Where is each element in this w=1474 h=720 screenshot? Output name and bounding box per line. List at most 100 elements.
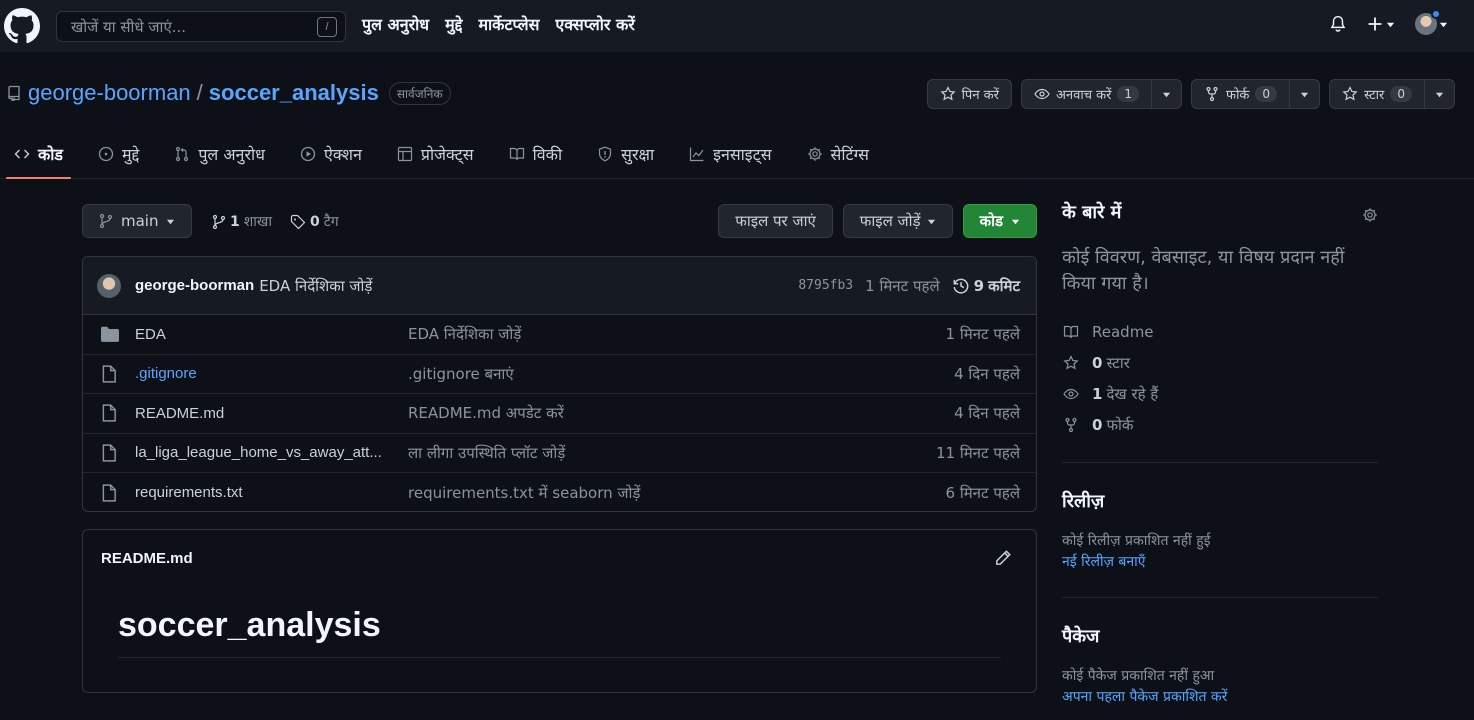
commit-author[interactable]: george-boorman [135,277,254,294]
forks-link[interactable]: 0 फोर्क [1062,409,1378,440]
file-commit-time: 4 दिन पहले [954,404,1020,423]
chevron-down-icon [1011,219,1020,224]
file-commit-message[interactable]: .gitignore बनाएं [408,364,514,384]
tab-label: इनसाइट्स [713,145,772,164]
unwatch-label: अनवाच करें [1055,88,1112,103]
search-input[interactable] [71,17,317,36]
nav-marketplace[interactable]: मार्केटप्लेस [478,13,539,35]
file-row[interactable]: EDA EDA निर्देशिका जोड़ें 1 मिनट पहले [83,315,1036,355]
file-name-link[interactable]: EDA [135,326,385,343]
commits-link[interactable]: 9 कमिट [952,276,1020,296]
github-logo-icon[interactable] [4,8,40,44]
chevron-down-icon [1386,22,1395,27]
repo-icon [6,85,22,101]
packages-empty-text: कोई पैकेज प्रकाशित नहीं हुआ [1062,668,1215,684]
file-commit-message[interactable]: README.md अपडेट करें [408,403,564,423]
star-dropdown[interactable] [1424,80,1454,108]
tab-issues[interactable]: मुद्दे [90,130,147,178]
chevron-down-icon [1439,22,1448,27]
fork-button[interactable]: फोर्क 0 [1191,79,1321,109]
pin-button[interactable]: पिन करें [926,79,1012,109]
create-release-link[interactable]: नई रिलीज़ बनाएँ [1062,552,1378,571]
readme-link[interactable]: Readme [1062,316,1378,347]
stars-label: स्टार [1106,353,1130,372]
watchers-link[interactable]: 1 देख रहे हैं [1062,378,1378,409]
bell-icon[interactable] [1329,14,1347,34]
file-name-link[interactable]: la_liga_league_home_vs_away_att... [135,444,385,461]
branch-meta: 1 शाखा 0 टैग [212,212,339,231]
visibility-badge: सार्वजनिक [388,81,451,105]
go-to-file-label: फाइल पर जाएं [735,212,816,230]
tab-actions[interactable]: ऐक्शन [292,130,370,178]
tab-settings[interactable]: सेटिंग्स [799,130,877,178]
file-name-link[interactable]: .gitignore [135,365,385,382]
branch-select-button[interactable]: main [82,204,193,238]
star-button[interactable]: स्टार 0 [1329,79,1455,109]
star-label: स्टार [1364,88,1385,103]
commit-sha[interactable]: 8795fb3 [798,278,853,293]
sidebar-divider [1062,597,1378,598]
code-button[interactable]: कोड [962,204,1037,238]
add-file-button[interactable]: फाइल जोड़ें [842,204,953,238]
branch-icon [212,214,226,229]
nav-issues[interactable]: मुद्दे [445,13,462,35]
file-commit-message[interactable]: ला लीगा उपस्थिति प्लॉट जोड़ें [408,443,565,463]
branch-name: main [121,212,159,230]
file-commit-message[interactable]: EDA निर्देशिका जोड़ें [408,324,521,344]
chevron-down-icon [1162,92,1171,97]
packages-title[interactable]: पैकेज [1062,624,1378,648]
tags-link[interactable]: 0 टैग [290,212,339,231]
file-icon [101,365,119,383]
file-name-link[interactable]: README.md [135,405,385,422]
commit-message[interactable]: EDA निर्देशिका जोड़ें [259,276,372,296]
tab-projects[interactable]: प्रोजेक्ट्स [389,130,482,178]
tab-wiki[interactable]: विकी [501,130,570,178]
repo-name-link[interactable]: soccer_analysis [209,80,379,106]
search-box[interactable]: / [56,11,346,42]
releases-title[interactable]: रिलीज़ [1062,489,1378,513]
file-name-link[interactable]: requirements.txt [135,484,385,501]
graph-icon [690,147,704,162]
file-icon [101,484,119,502]
top-nav-links: पुल अनुरोध मुद्दे मार्केटप्लेस एक्सप्लोर… [362,13,635,35]
branch-bar: main 1 शाखा 0 टैग फाइल पर जाएं फाइल जोड़… [82,204,1037,239]
avatar[interactable] [97,273,121,298]
readme-filename[interactable]: README.md [101,550,193,567]
star-icon [1342,86,1358,101]
commit-time: 1 मिनट पहले [865,276,940,295]
tab-security[interactable]: सुरक्षा [589,130,662,178]
nav-explore[interactable]: एक्सप्लोर करें [555,13,634,35]
create-new-menu[interactable] [1367,16,1395,32]
stars-link[interactable]: 0 स्टार [1062,347,1378,378]
unwatch-button[interactable]: अनवाच करें 1 [1020,79,1183,109]
top-nav-right [1329,9,1448,35]
forks-label: फोर्क [1106,415,1134,434]
tab-label: मुद्दे [122,145,140,164]
user-menu[interactable] [1415,9,1448,35]
code-button-label: कोड [979,212,1003,230]
watch-count: 1 [1117,86,1140,102]
tag-icon [290,214,306,229]
file-row[interactable]: README.md README.md अपडेट करें 4 दिन पहल… [83,394,1036,434]
file-commit-message[interactable]: requirements.txt में seaborn जोड़ें [408,483,640,503]
gear-icon[interactable] [1362,207,1378,223]
plus-icon [1368,17,1382,31]
go-to-file-button[interactable]: फाइल पर जाएं [718,204,833,238]
nav-pull-requests[interactable]: पुल अनुरोध [362,13,429,35]
book-icon [1063,325,1079,338]
watch-dropdown[interactable] [1151,80,1181,108]
fork-dropdown[interactable] [1289,80,1319,108]
file-commit-time: 1 मिनट पहले [945,325,1020,344]
branches-link[interactable]: 1 शाखा [212,212,272,231]
publish-package-link[interactable]: अपना पहला पैकेज प्रकाशित करें [1062,687,1378,706]
pencil-icon[interactable] [994,549,1012,567]
file-row[interactable]: .gitignore .gitignore बनाएं 4 दिन पहले [83,355,1036,394]
tab-pull-requests[interactable]: पुल अनुरोध [166,130,273,178]
branch-count: 1 [230,213,240,230]
tab-code[interactable]: कोड [6,130,71,179]
tab-insights[interactable]: इनसाइट्स [681,130,779,178]
repo-owner-link[interactable]: george-boorman [28,80,191,106]
file-row[interactable]: la_liga_league_home_vs_away_att... ला ली… [83,434,1036,473]
file-row[interactable]: requirements.txt requirements.txt में se… [83,473,1036,511]
commit-count: 9 [973,276,985,295]
